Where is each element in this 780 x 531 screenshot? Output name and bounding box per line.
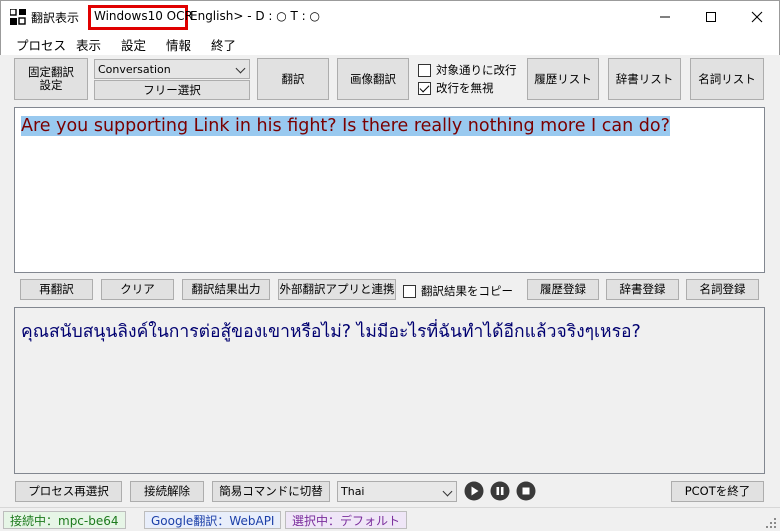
- minimize-icon: [660, 16, 670, 17]
- translator-status: Google翻訳：WebAPI: [144, 511, 282, 529]
- window-title: 翻訳表示: [31, 11, 80, 25]
- checkbox-box-checked: [418, 81, 431, 95]
- register-noun-button[interactable]: 名詞登録: [686, 279, 759, 300]
- language-select-value: Thai: [341, 485, 365, 498]
- mode-select-value: Conversation: [98, 62, 171, 76]
- image-translate-button[interactable]: 画像翻訳: [337, 58, 409, 100]
- ignore-linebreak-label: 改行を無視: [436, 81, 494, 95]
- retranslate-button[interactable]: 再翻訳: [20, 279, 93, 300]
- menu-view[interactable]: 表示: [76, 35, 101, 54]
- title-bar: 翻訳表示 Windows10 OCR English> - D : ○ T : …: [0, 0, 780, 31]
- noun-list-button[interactable]: 名詞リスト: [690, 58, 764, 100]
- chevron-down-icon: [235, 63, 246, 74]
- maximize-icon: [706, 11, 716, 22]
- menu-settings[interactable]: 設定: [121, 35, 146, 54]
- menu-exit[interactable]: 終了: [211, 35, 236, 54]
- play-icon[interactable]: [464, 481, 484, 501]
- menu-process[interactable]: プロセス: [16, 35, 66, 54]
- fixed-translation-settings-button[interactable]: 固定翻訳 設定: [14, 58, 88, 100]
- reselect-process-button[interactable]: プロセス再選択: [15, 481, 122, 502]
- translated-text: คุณสนับสนุนลิงค์ในการต่อสู้ของเขาหรือไม่…: [21, 322, 641, 342]
- translate-button[interactable]: 翻訳: [257, 58, 329, 100]
- clear-button[interactable]: クリア: [101, 279, 174, 300]
- exit-pcot-button[interactable]: PCOTを終了: [671, 481, 764, 502]
- linebreak-per-target-label: 対象通りに改行: [436, 63, 517, 77]
- source-text-area[interactable]: Are you supporting Link in his fight? Is…: [14, 107, 765, 273]
- register-dictionary-button[interactable]: 辞書登録: [606, 279, 679, 300]
- close-button[interactable]: [734, 1, 780, 32]
- free-select-button[interactable]: フリー選択: [94, 80, 250, 100]
- status-bar: 接続中：mpc-be64 Google翻訳：WebAPI 選択中：デフォルト: [0, 507, 780, 531]
- connection-status: 接続中：mpc-be64: [3, 511, 126, 529]
- language-select[interactable]: Thai: [337, 481, 457, 502]
- history-list-button[interactable]: 履歴リスト: [527, 58, 599, 100]
- copy-result-checkbox[interactable]: 翻訳結果をコピー: [403, 283, 513, 299]
- mode-select[interactable]: Conversation: [94, 59, 250, 79]
- app-icon: [10, 9, 26, 25]
- external-app-button[interactable]: 外部翻訳アプリと連携: [278, 279, 396, 300]
- output-result-button[interactable]: 翻訳結果出力: [182, 279, 270, 300]
- resize-grip-icon[interactable]: [765, 517, 777, 529]
- title-status: English> - D : ○ T : ○: [190, 9, 321, 23]
- checkbox-box: [403, 284, 416, 298]
- chevron-down-icon: [442, 486, 453, 496]
- checkbox-box: [418, 63, 431, 77]
- pause-icon[interactable]: [490, 481, 510, 501]
- minimize-button[interactable]: [642, 1, 688, 32]
- simple-command-button[interactable]: 簡易コマンドに切替: [212, 481, 330, 502]
- dictionary-list-button[interactable]: 辞書リスト: [608, 58, 681, 100]
- selection-status: 選択中：デフォルト: [285, 511, 408, 529]
- source-text: Are you supporting Link in his fight? Is…: [21, 116, 670, 136]
- stop-icon[interactable]: [516, 481, 536, 501]
- register-history-button[interactable]: 履歴登録: [527, 279, 599, 300]
- linebreak-per-target-checkbox[interactable]: 対象通りに改行: [418, 62, 517, 78]
- ocr-engine-label: Windows10 OCR: [94, 9, 193, 23]
- ignore-linebreak-checkbox[interactable]: 改行を無視: [418, 80, 494, 96]
- disconnect-button[interactable]: 接続解除: [130, 481, 204, 502]
- close-icon: [751, 11, 763, 22]
- copy-result-label: 翻訳結果をコピー: [421, 284, 513, 298]
- menu-bar: プロセス 表示 設定 情報 終了: [0, 31, 780, 55]
- translated-text-area[interactable]: คุณสนับสนุนลิงค์ในการต่อสู้ของเขาหรือไม่…: [14, 307, 765, 474]
- maximize-button[interactable]: [688, 1, 734, 32]
- menu-info[interactable]: 情報: [166, 35, 191, 54]
